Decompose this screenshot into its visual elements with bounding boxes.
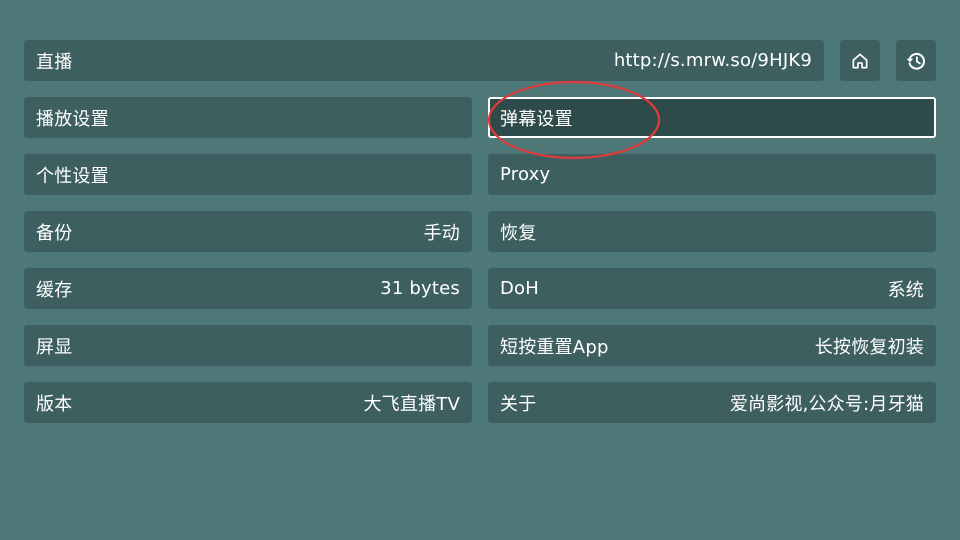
history-icon (905, 50, 927, 72)
setting-item-cache[interactable]: 缓存 31 bytes (24, 268, 472, 309)
setting-label: 恢复 (500, 222, 537, 244)
top-row: 直播 http://s.mrw.so/9HJK9 (24, 40, 936, 81)
setting-label: 关于 (500, 393, 537, 415)
setting-label: 短按重置App (500, 336, 609, 358)
setting-label: 版本 (36, 393, 73, 415)
setting-item-danmaku[interactable]: 弹幕设置 (488, 97, 936, 138)
setting-item-proxy[interactable]: Proxy (488, 154, 936, 195)
setting-item-about[interactable]: 关于 爱尚影视,公众号:月牙猫 (488, 382, 936, 423)
setting-label: 缓存 (36, 279, 73, 301)
setting-item-doh[interactable]: DoH 系统 (488, 268, 936, 309)
setting-label: Proxy (500, 164, 551, 185)
setting-label: 屏显 (36, 336, 73, 358)
setting-value: 系统 (887, 279, 924, 301)
setting-item-playback[interactable]: 播放设置 (24, 97, 472, 138)
setting-item-version[interactable]: 版本 大飞直播TV (24, 382, 472, 423)
setting-label: DoH (500, 278, 540, 299)
setting-value: 长按恢复初装 (814, 336, 924, 358)
setting-value: 爱尚影视,公众号:月牙猫 (729, 393, 924, 415)
live-source-item[interactable]: 直播 http://s.mrw.so/9HJK9 (24, 40, 824, 81)
setting-label: 备份 (36, 222, 73, 244)
setting-value: 大飞直播TV (363, 393, 460, 415)
setting-item-reset-app[interactable]: 短按重置App 长按恢复初装 (488, 325, 936, 366)
live-source-url: http://s.mrw.so/9HJK9 (613, 50, 812, 71)
setting-item-backup[interactable]: 备份 手动 (24, 211, 472, 252)
setting-label: 弹幕设置 (500, 108, 573, 130)
history-button[interactable] (896, 40, 936, 81)
setting-value: 手动 (423, 222, 460, 244)
home-icon (850, 51, 870, 71)
setting-item-personalization[interactable]: 个性设置 (24, 154, 472, 195)
setting-value: 31 bytes (380, 278, 460, 299)
live-source-label: 直播 (36, 51, 73, 73)
setting-label: 个性设置 (36, 165, 109, 187)
setting-item-screen-display[interactable]: 屏显 (24, 325, 472, 366)
setting-label: 播放设置 (36, 108, 109, 130)
setting-item-restore[interactable]: 恢复 (488, 211, 936, 252)
home-button[interactable] (840, 40, 880, 81)
settings-screen: 直播 http://s.mrw.so/9HJK9 播放设置 个性设置 备份 手动… (0, 0, 960, 540)
